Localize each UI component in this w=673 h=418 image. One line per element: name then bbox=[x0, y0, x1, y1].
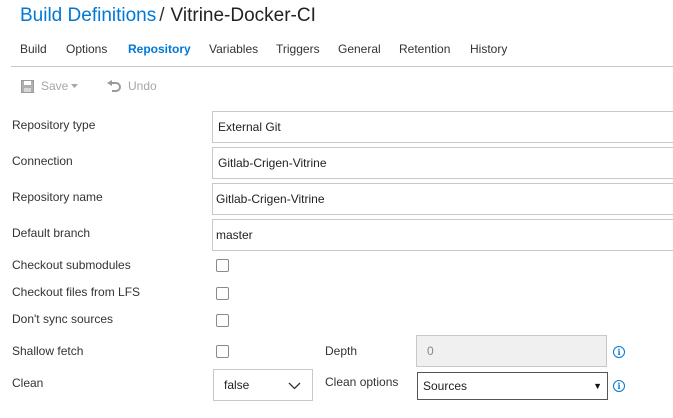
undo-button[interactable]: Undo bbox=[107, 77, 157, 95]
checkout-lfs-label: Checkout files from LFS bbox=[12, 285, 141, 299]
shallow-fetch-checkbox[interactable] bbox=[216, 345, 229, 358]
checkout-submodules-checkbox[interactable] bbox=[216, 259, 229, 272]
clean-options-label: Clean options bbox=[325, 375, 399, 389]
connection-field[interactable]: Gitlab-Crigen-Vitrine bbox=[212, 147, 673, 179]
breadcrumb-build-definitions-link[interactable]: Build Definitions bbox=[20, 5, 156, 26]
save-button[interactable]: Save bbox=[21, 77, 79, 95]
tab-variables[interactable]: Variables bbox=[209, 42, 258, 56]
clean-options-select[interactable]: Sources ▼ bbox=[417, 372, 608, 400]
repository-name-input[interactable]: Gitlab-Crigen-Vitrine bbox=[212, 183, 673, 215]
clean-value: false bbox=[224, 378, 250, 392]
tab-triggers[interactable]: Triggers bbox=[276, 42, 320, 56]
tab-history[interactable]: History bbox=[470, 42, 507, 56]
save-dropdown-icon[interactable] bbox=[71, 83, 79, 89]
shallow-fetch-label: Shallow fetch bbox=[12, 344, 84, 358]
connection-value: Gitlab-Crigen-Vitrine bbox=[218, 156, 327, 170]
depth-info-icon[interactable]: i bbox=[613, 346, 625, 358]
dont-sync-sources-checkbox[interactable] bbox=[216, 314, 229, 327]
undo-label: Undo bbox=[128, 79, 157, 93]
chevron-down-icon bbox=[288, 379, 301, 393]
default-branch-value: master bbox=[216, 228, 253, 242]
clean-options-value: Sources bbox=[423, 379, 468, 393]
breadcrumb-separator: / bbox=[159, 5, 165, 26]
save-label: Save bbox=[41, 79, 69, 93]
repository-type-field[interactable]: External Git bbox=[212, 111, 673, 143]
checkout-lfs-checkbox[interactable] bbox=[216, 287, 229, 300]
undo-icon bbox=[107, 79, 121, 93]
depth-input[interactable]: 0 bbox=[416, 335, 607, 367]
tab-build[interactable]: Build bbox=[20, 42, 47, 56]
default-branch-label: Default branch bbox=[12, 226, 91, 240]
checkout-submodules-label: Checkout submodules bbox=[12, 258, 131, 272]
clean-options-info-icon[interactable]: i bbox=[613, 380, 625, 392]
repository-type-value: External Git bbox=[218, 120, 281, 134]
page-title: Vitrine-Docker-CI bbox=[170, 5, 316, 26]
connection-label: Connection bbox=[12, 154, 73, 168]
dont-sync-sources-label: Don't sync sources bbox=[12, 312, 113, 326]
tab-repository[interactable]: Repository bbox=[128, 42, 191, 56]
dropdown-arrow-icon: ▼ bbox=[593, 381, 602, 391]
repository-name-label: Repository name bbox=[12, 190, 103, 204]
clean-label: Clean bbox=[12, 376, 44, 390]
depth-label: Depth bbox=[325, 344, 358, 358]
tab-retention[interactable]: Retention bbox=[399, 42, 450, 56]
clean-select[interactable]: false bbox=[213, 369, 313, 401]
repository-name-value: Gitlab-Crigen-Vitrine bbox=[216, 192, 325, 206]
depth-value: 0 bbox=[427, 344, 434, 358]
save-icon bbox=[21, 79, 34, 93]
tab-divider bbox=[11, 66, 673, 67]
tab-options[interactable]: Options bbox=[66, 42, 107, 56]
repository-type-label: Repository type bbox=[12, 118, 96, 132]
breadcrumb: Build Definitions / Vitrine-Docker-CI bbox=[20, 5, 316, 29]
tab-general[interactable]: General bbox=[338, 42, 381, 56]
default-branch-input[interactable]: master bbox=[212, 219, 673, 251]
